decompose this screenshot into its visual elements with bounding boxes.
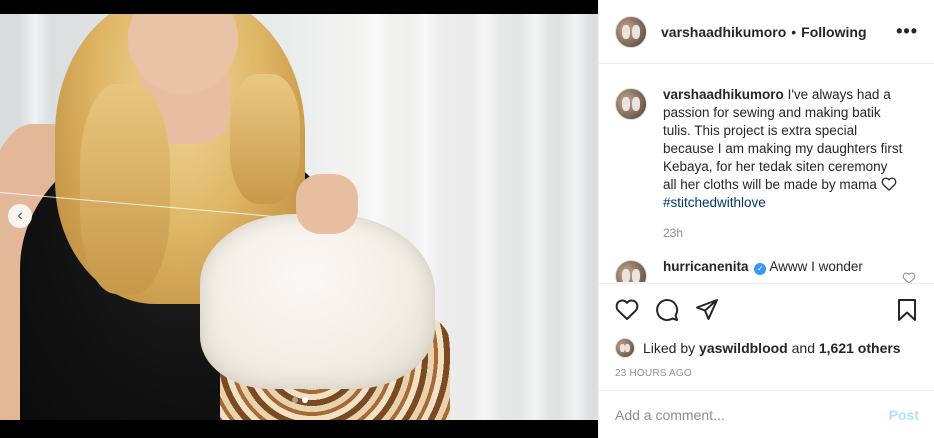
comments-list[interactable]: varshaadhikumoro I've always had a passi… — [599, 64, 934, 282]
avatar[interactable] — [615, 260, 647, 282]
post-timestamp[interactable]: 23 HOURS AGO — [615, 368, 919, 379]
post-side-panel: varshaadhikumoro • Following ••• varshaa… — [598, 0, 934, 438]
caption-hashtag[interactable]: #stitchedwithlove — [663, 195, 766, 210]
heart-icon[interactable] — [615, 298, 639, 322]
post-photo — [0, 14, 598, 420]
avatar[interactable] — [615, 15, 647, 48]
verified-badge-icon: ✓ — [754, 263, 767, 275]
share-icon[interactable] — [695, 298, 719, 322]
likes-prefix: Liked by — [643, 340, 696, 356]
list-item: hurricanenita ✓ Awww I wonder — [615, 258, 919, 282]
more-options-icon[interactable]: ••• — [896, 21, 918, 42]
comment-icon[interactable] — [655, 298, 679, 322]
carousel-dot — [292, 397, 298, 403]
post-actions: Liked by yaswildblood and 1,621 others 2… — [599, 283, 934, 379]
post-media[interactable]: ‹ — [0, 0, 598, 438]
chevron-left-icon: ‹ — [17, 207, 23, 224]
bookmark-icon[interactable] — [895, 298, 919, 322]
caption: varshaadhikumoro I've always had a passi… — [615, 86, 919, 242]
header-username[interactable]: varshaadhikumoro — [661, 24, 786, 40]
following-button[interactable]: Following — [801, 24, 866, 40]
carousel-dot-active — [302, 397, 308, 403]
likes-summary: Liked by yaswildblood and 1,621 others — [615, 338, 919, 358]
comment-input[interactable] — [615, 406, 889, 423]
carousel-indicator — [292, 397, 308, 403]
comment-username[interactable]: hurricanenita — [663, 259, 749, 274]
post-header: varshaadhikumoro • Following ••• — [599, 0, 934, 64]
avatar[interactable] — [615, 338, 635, 358]
separator: • — [791, 23, 797, 40]
caption-text: I've always had a passion for sewing and… — [663, 87, 903, 192]
likes-others-link[interactable]: 1,621 others — [819, 340, 901, 356]
avatar[interactable] — [615, 88, 647, 120]
heart-emoji-icon — [881, 177, 897, 191]
liked-by-username[interactable]: yaswildblood — [699, 340, 788, 356]
post-comment-button[interactable]: Post — [889, 407, 919, 423]
comment-text: Awww I wonder — [769, 259, 863, 274]
caption-time[interactable]: 23h — [663, 224, 903, 242]
add-comment-bar: Post — [599, 390, 934, 438]
likes-and: and — [791, 340, 815, 356]
carousel-prev-button[interactable]: ‹ — [8, 204, 32, 228]
caption-username[interactable]: varshaadhikumoro — [663, 87, 784, 102]
